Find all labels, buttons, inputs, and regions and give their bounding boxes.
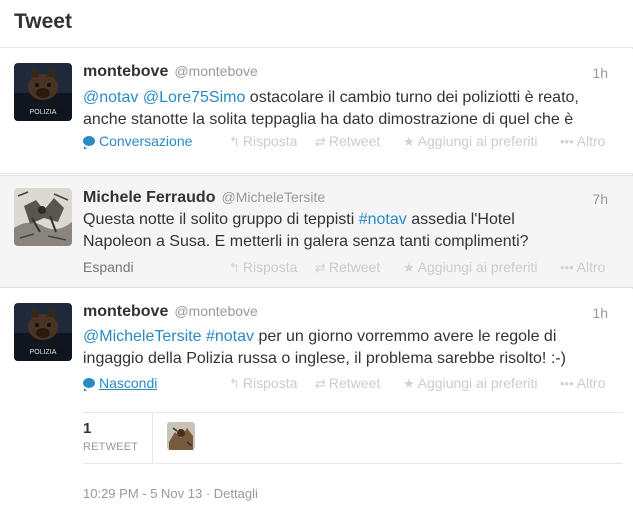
tweet-text-segment: anche stanotte la solita teppaglia ha da…	[83, 111, 574, 128]
tweet-text: @notav @Lore75Simo ostacolare il cambio …	[83, 87, 623, 131]
retweeter-avatar[interactable]	[167, 422, 195, 450]
panel-header: Tweet	[0, 0, 633, 48]
favorite-button[interactable]: ★ Aggiungi ai preferiti	[403, 259, 538, 276]
speech-bubble-icon	[83, 136, 95, 149]
tweet-text-segment: per un giorno vorremmo avere le regole d…	[254, 328, 557, 345]
tweet-time[interactable]: 1h	[592, 65, 608, 81]
retweet-count[interactable]: 1	[83, 420, 91, 437]
stats-divider	[152, 413, 153, 463]
retweet-count-label[interactable]: RETWEET	[83, 441, 138, 453]
tweet-text-segment: assedia l'Hotel	[406, 211, 515, 228]
reply-icon: ↰	[229, 260, 240, 275]
reply-button[interactable]: ↰ Risposta	[229, 133, 297, 150]
tweet-text-line: @MicheleTersite #notav per un giorno vor…	[83, 326, 623, 348]
expand-link[interactable]: Espandi	[83, 259, 134, 275]
retweet-button[interactable]: ⇄ Retweet	[315, 375, 380, 392]
retweet-button[interactable]: ⇄ Retweet	[315, 259, 380, 276]
avatar[interactable]: POLIZIA	[14, 303, 72, 361]
mention-link[interactable]: @Lore75Simo	[143, 89, 246, 106]
tweet-time[interactable]: 7h	[592, 191, 608, 207]
details-link[interactable]: Dettagli	[214, 486, 258, 501]
avatar[interactable]: POLIZIA	[14, 63, 72, 121]
avatar[interactable]	[14, 188, 72, 246]
tweet-item-expanded[interactable]: POLIZIA montebove @montebove 1h @MicheleT…	[0, 289, 633, 518]
tweet-text-line: @notav @Lore75Simo ostacolare il cambio …	[83, 87, 623, 109]
tweet-text-segment: ingaggio della Polizia russa o inglese, …	[83, 350, 566, 367]
author-fullname[interactable]: montebove	[83, 303, 168, 320]
tweet-time[interactable]: 1h	[592, 305, 608, 321]
tweet-item[interactable]: Michele Ferraudo @MicheleTersite 7h Quest…	[0, 175, 633, 288]
tweet-text-line: ingaggio della Polizia russa o inglese, …	[83, 348, 623, 370]
favorite-button[interactable]: ★ Aggiungi ai preferiti	[403, 375, 538, 392]
mention-link[interactable]: @notav	[83, 89, 138, 106]
tweet-meta: 10:29 PM - 5 Nov 13 · Dettagli	[83, 486, 258, 501]
svg-text:POLIZIA: POLIZIA	[30, 349, 57, 356]
tweet-text-line: Questa notte il solito gruppo di teppist…	[83, 209, 623, 231]
reply-button[interactable]: ↰ Risposta	[229, 259, 297, 276]
conversation-link[interactable]: Conversazione	[83, 133, 192, 149]
tweet-timestamp[interactable]: 10:29 PM - 5 Nov 13	[83, 486, 202, 501]
tweet-actions: Conversazione ↰ Risposta ⇄ Retweet ★ Aggiun…	[83, 133, 623, 151]
tweet-text-segment: Questa notte il solito gruppo di teppist…	[83, 211, 359, 228]
reply-icon: ↰	[229, 376, 240, 391]
tweet-actions: Espandi ↰ Risposta ⇄ Retweet ★ Aggiungi ai …	[83, 259, 623, 277]
star-icon: ★	[403, 260, 415, 275]
tweet-text-segment: ostacolare il cambio turno dei poliziott…	[245, 89, 579, 106]
more-dots-icon: •••	[560, 134, 574, 149]
speech-bubble-icon	[83, 378, 95, 391]
author-line: montebove @montebove	[83, 63, 258, 81]
tweet-item[interactable]: POLIZIA montebove @montebove 1h @notav @L…	[0, 49, 633, 174]
author-fullname[interactable]: montebove	[83, 63, 168, 80]
tweet-text-segment: Napoleon a Susa. E metterli in galera se…	[83, 233, 529, 250]
reply-button[interactable]: ↰ Risposta	[229, 375, 297, 392]
author-line: Michele Ferraudo @MicheleTersite	[83, 189, 325, 207]
tweet-text: Questa notte il solito gruppo di teppist…	[83, 209, 623, 253]
author-handle[interactable]: @montebove	[174, 63, 257, 79]
more-dots-icon: •••	[560, 260, 574, 275]
more-button[interactable]: ••• Altro	[560, 259, 605, 275]
author-fullname[interactable]: Michele Ferraudo	[83, 189, 215, 206]
retweet-icon: ⇄	[315, 260, 326, 275]
retweet-icon: ⇄	[315, 376, 326, 391]
tweet-text-line: Napoleon a Susa. E metterli in galera se…	[83, 231, 623, 253]
hashtag-link[interactable]: #notav	[206, 328, 254, 345]
more-dots-icon: •••	[560, 376, 574, 391]
favorite-button[interactable]: ★ Aggiungi ai preferiti	[403, 133, 538, 150]
svg-text:POLIZIA: POLIZIA	[30, 109, 57, 116]
tweet-actions: Nascondi ↰ Risposta ⇄ Retweet ★ Aggiungi ai…	[83, 375, 623, 393]
page-title: Tweet	[14, 10, 72, 33]
tweet-detail-panel: Tweet POLIZIA montebove @montebove 1h @no…	[0, 0, 633, 518]
star-icon: ★	[403, 134, 415, 149]
author-handle[interactable]: @montebove	[174, 303, 257, 319]
reply-icon: ↰	[229, 134, 240, 149]
star-icon: ★	[403, 376, 415, 391]
more-button[interactable]: ••• Altro	[560, 133, 605, 149]
tweet-text: @MicheleTersite #notav per un giorno vor…	[83, 326, 623, 370]
hide-link[interactable]: Nascondi	[83, 375, 157, 391]
tweet-text-line: anche stanotte la solita teppaglia ha da…	[83, 109, 623, 131]
hashtag-link[interactable]: #notav	[359, 211, 407, 228]
author-line: montebove @montebove	[83, 303, 258, 321]
more-button[interactable]: ••• Altro	[560, 375, 605, 391]
author-handle[interactable]: @MicheleTersite	[221, 189, 325, 205]
mention-link[interactable]: @MicheleTersite	[83, 328, 202, 345]
retweet-button[interactable]: ⇄ Retweet	[315, 133, 380, 150]
meta-separator: ·	[202, 486, 214, 501]
retweet-icon: ⇄	[315, 134, 326, 149]
retweet-stats: 1 RETWEET	[83, 412, 623, 464]
